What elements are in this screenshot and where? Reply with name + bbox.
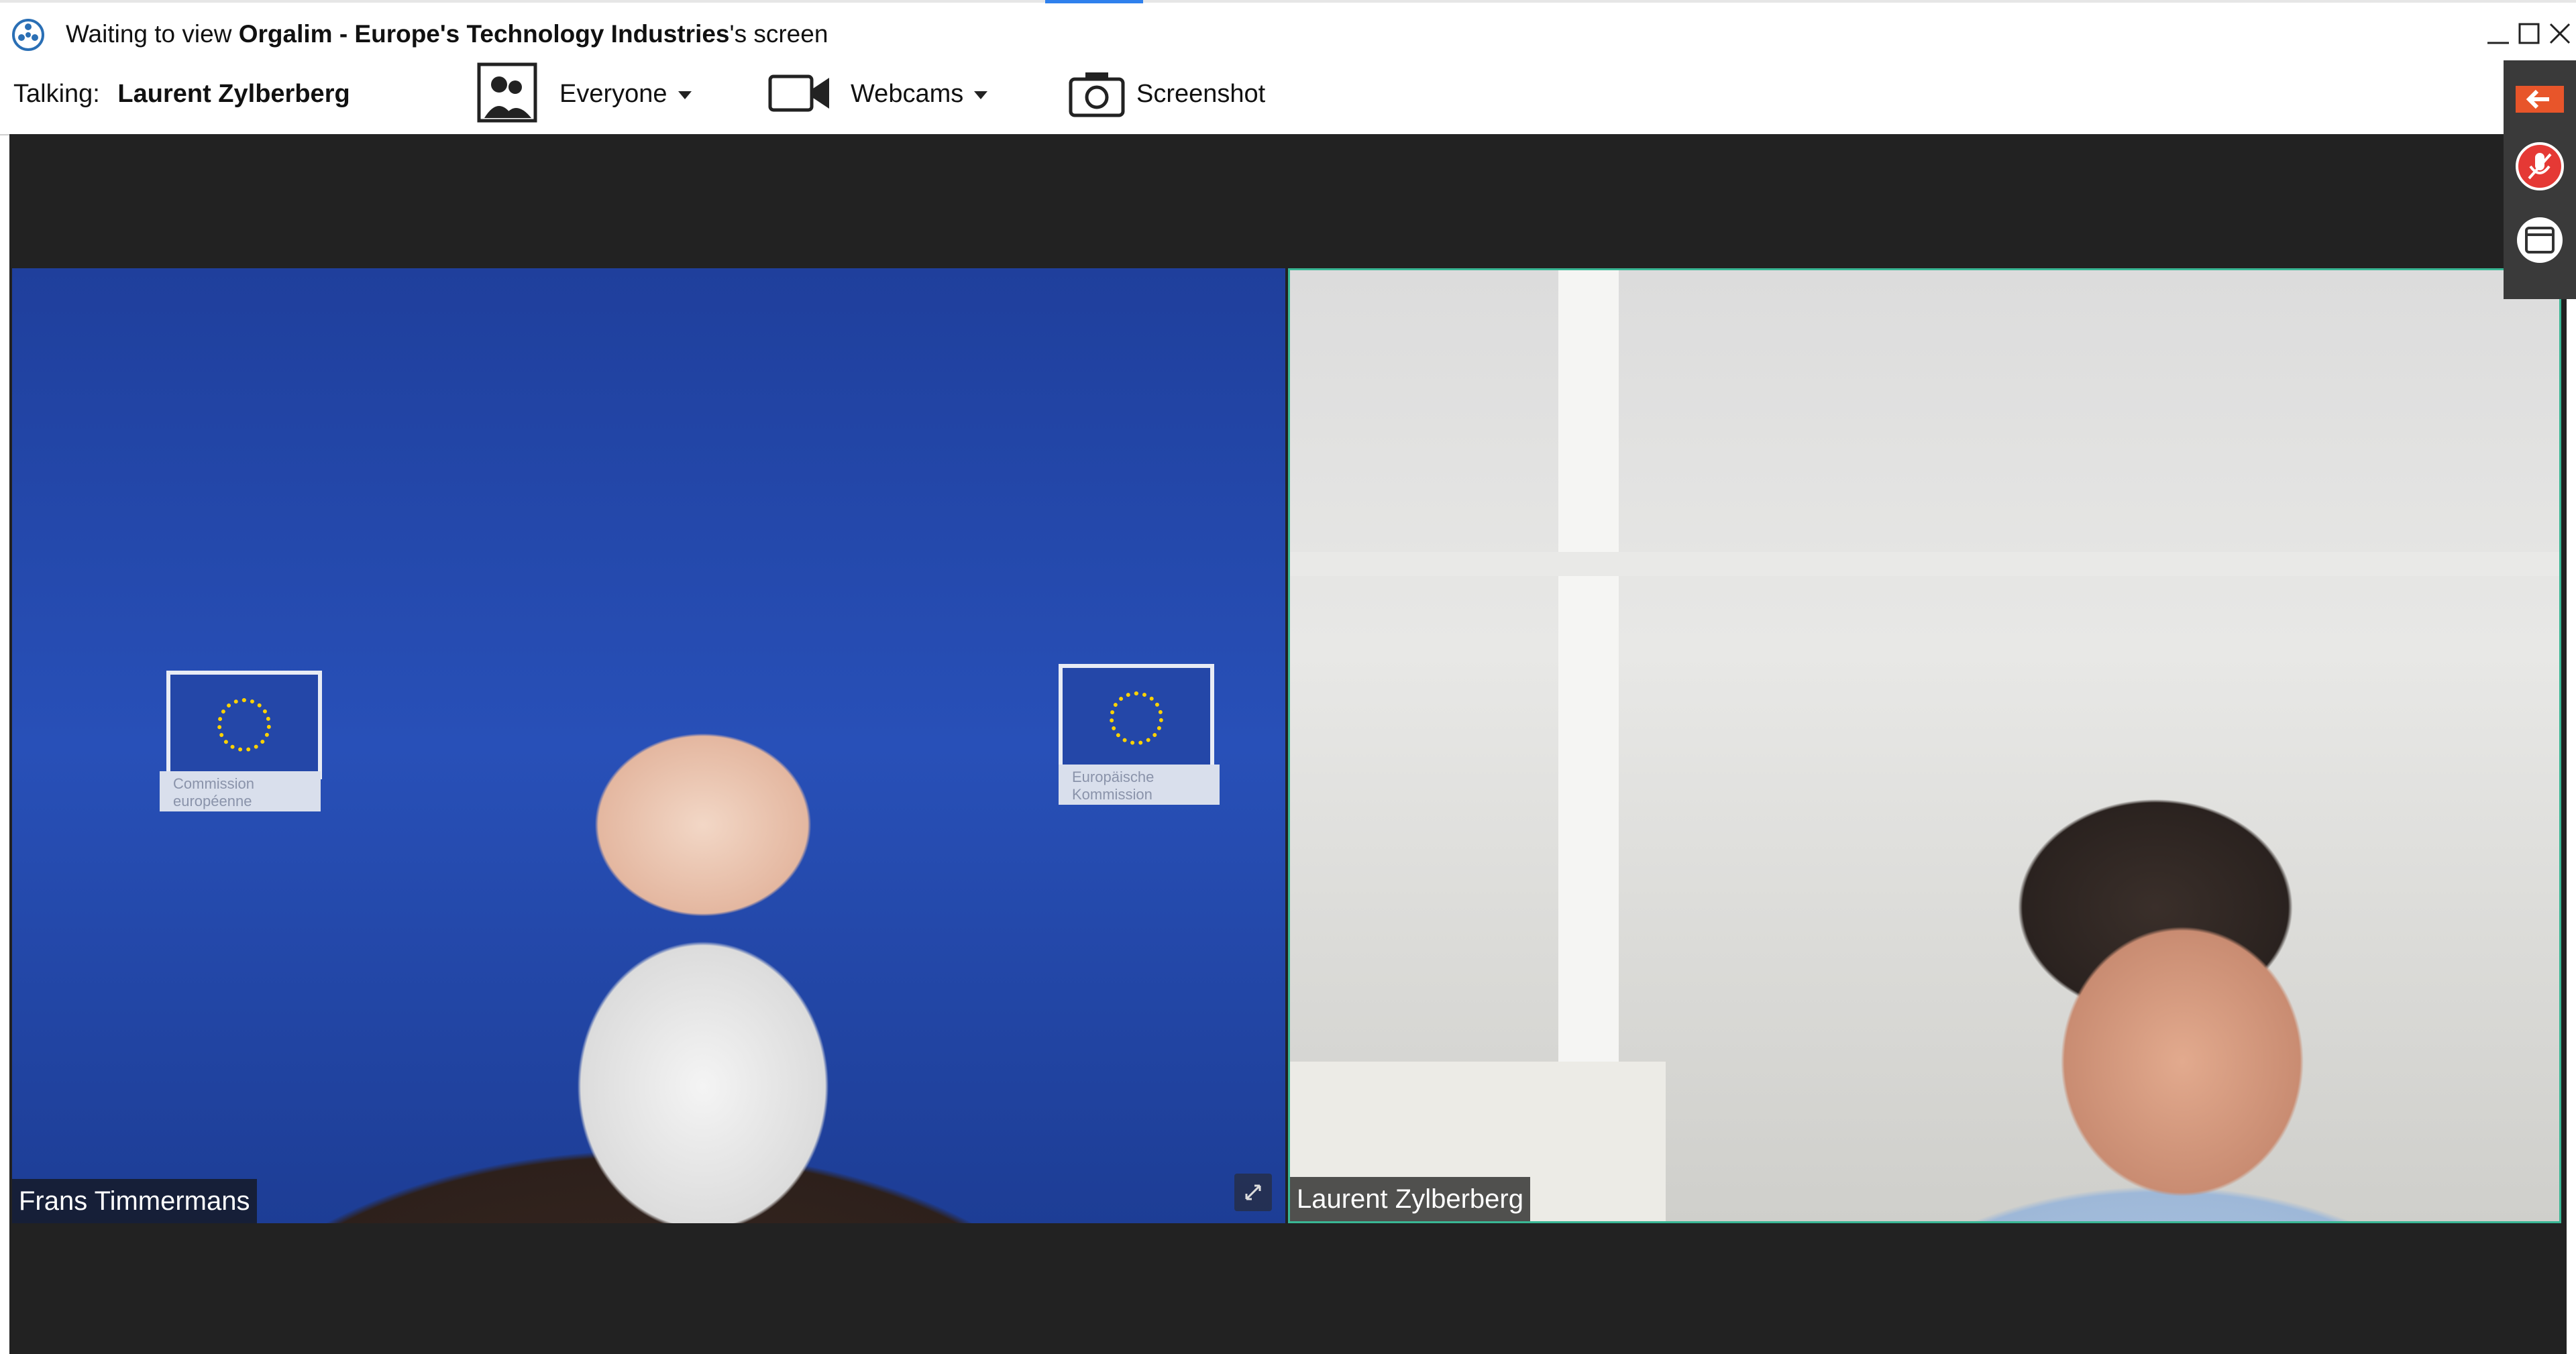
back-arrow-icon[interactable]	[2513, 80, 2567, 118]
minimize-icon[interactable]	[2483, 19, 2513, 48]
expand-icon[interactable]	[1234, 1174, 1272, 1211]
ceiling-beam	[1290, 552, 2559, 576]
eu-flag-right	[1059, 664, 1214, 773]
chevron-down-icon	[678, 91, 692, 99]
maximize-icon[interactable]	[2514, 19, 2544, 48]
logo-caption-left: Commission européenne	[160, 771, 321, 811]
column-beam	[1558, 270, 1619, 1075]
close-icon[interactable]	[2545, 19, 2575, 48]
camera-icon[interactable]	[1068, 70, 1126, 118]
window-title: Waiting to view Orgalim - Europe's Techn…	[66, 20, 828, 48]
webcams-label: Webcams	[851, 80, 964, 108]
participant-name-tag: Laurent Zylberberg	[1290, 1177, 1530, 1221]
video-tile-frans-timmermans[interactable]: Commission européenne Europäische Kommis…	[12, 268, 1285, 1223]
title-bar: Waiting to view Orgalim - Europe's Techn…	[0, 0, 2576, 66]
title-prefix: Waiting to view	[66, 20, 239, 48]
webcam-icon[interactable]	[767, 72, 832, 114]
title-suffix: 's screen	[729, 20, 828, 48]
logo-caption-right: Europäische Kommission	[1059, 765, 1220, 805]
participant-name-tag: Frans Timmermans	[12, 1179, 257, 1223]
mute-mic-icon[interactable]	[2513, 139, 2567, 193]
toolbar: Talking: Laurent Zylberberg Everyone Web…	[0, 62, 2576, 135]
audience-dropdown[interactable]: Everyone	[559, 79, 692, 109]
logo-caption-text-right: Europäische Kommission	[1072, 769, 1155, 803]
webcams-dropdown[interactable]: Webcams	[851, 79, 988, 109]
audience-label: Everyone	[559, 80, 667, 108]
talking-indicator: Talking: Laurent Zylberberg	[13, 79, 350, 109]
talking-name: Laurent Zylberberg	[117, 80, 350, 108]
video-tile-laurent-zylberberg[interactable]: Laurent Zylberberg	[1288, 268, 2561, 1223]
screenshot-button[interactable]: Screenshot	[1136, 79, 1265, 109]
talking-label: Talking:	[13, 80, 100, 108]
title-presenter-name: Orgalim - Europe's Technology Industries	[238, 20, 730, 48]
side-control-panel	[2504, 60, 2576, 299]
people-icon[interactable]	[476, 62, 538, 123]
top-accent-bar	[1045, 0, 1143, 3]
screenshot-label: Screenshot	[1136, 80, 1266, 108]
logo-caption-text-left: Commission européenne	[173, 775, 255, 809]
chevron-down-icon	[974, 91, 988, 99]
app-logo-icon	[12, 19, 44, 51]
eu-flag-left	[166, 671, 322, 779]
window-icon[interactable]	[2513, 213, 2567, 267]
